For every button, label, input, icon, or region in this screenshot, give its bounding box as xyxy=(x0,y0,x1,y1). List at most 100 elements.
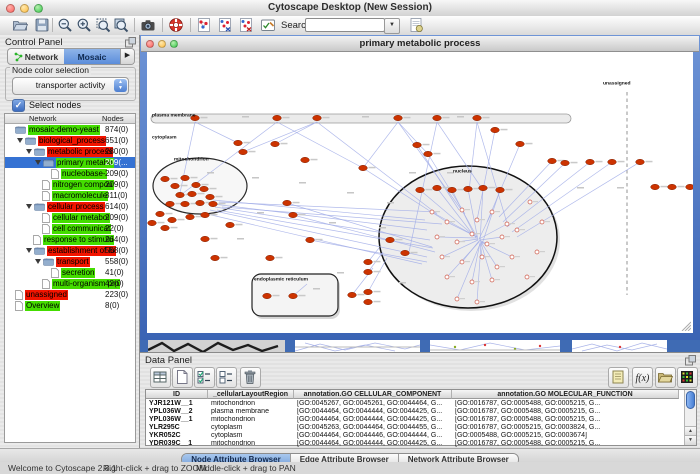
network-node[interactable] xyxy=(313,115,322,120)
table-column-header[interactable]: annotation.GO CELLULAR_COMPONENT xyxy=(294,390,452,399)
network-node[interactable] xyxy=(186,214,195,219)
tab-overflow-button[interactable]: ▶ xyxy=(120,49,134,64)
network-node[interactable] xyxy=(516,141,525,146)
network-node[interactable] xyxy=(608,159,617,164)
network-node[interactable] xyxy=(490,278,494,282)
network-node[interactable] xyxy=(535,250,539,254)
network-node[interactable] xyxy=(209,201,218,206)
network-tree-row[interactable]: unassigned223(0) xyxy=(5,289,135,300)
network-node[interactable] xyxy=(166,201,175,206)
table-scrollbar[interactable]: ▲ ▼ xyxy=(684,390,696,445)
network-node[interactable] xyxy=(364,299,373,304)
notes-icon[interactable] xyxy=(608,367,629,388)
app-titlebar[interactable]: Cytoscape Desktop (New Session) xyxy=(0,0,700,17)
network-node[interactable] xyxy=(364,269,373,274)
network-node[interactable] xyxy=(201,236,210,241)
expander-icon[interactable] xyxy=(35,160,41,165)
network-node[interactable] xyxy=(148,220,157,225)
network-tree-row[interactable]: macromolecule311(0) xyxy=(5,190,135,201)
network-node[interactable] xyxy=(156,211,165,216)
network-node[interactable] xyxy=(433,115,442,120)
zoom-fit-icon[interactable] xyxy=(113,17,129,33)
expander-icon[interactable] xyxy=(17,138,23,143)
network-node[interactable] xyxy=(510,255,514,259)
table-row[interactable]: YPL036W__1mitochondrion[GO:0044464, GO:0… xyxy=(146,416,684,424)
node-color-dropdown[interactable]: transporter activity ▲▼ xyxy=(12,77,129,95)
network-node[interactable] xyxy=(289,212,298,217)
network-node[interactable] xyxy=(496,187,505,192)
network-node[interactable] xyxy=(636,159,645,164)
float-data-panel-icon[interactable] xyxy=(685,355,696,366)
destroy-view-icon[interactable] xyxy=(238,17,254,33)
network-node[interactable] xyxy=(540,220,544,224)
network-node[interactable] xyxy=(364,289,373,294)
network-node[interactable] xyxy=(301,157,310,162)
create-view-icon[interactable] xyxy=(217,17,233,33)
scroll-down-icon[interactable]: ▼ xyxy=(685,435,696,445)
network-tree-row[interactable]: response to stimulu264(0) xyxy=(5,234,135,245)
network-node[interactable] xyxy=(500,235,504,239)
network-node[interactable] xyxy=(416,187,425,192)
network-canvas[interactable]: plasma membrane cytoplasm mitochondrion … xyxy=(147,52,693,333)
network-node[interactable] xyxy=(168,217,177,222)
search-input[interactable] xyxy=(305,18,385,32)
network-node[interactable] xyxy=(289,293,298,298)
network-tree-row[interactable]: secretion41(0) xyxy=(5,267,135,278)
background-window-fragment[interactable] xyxy=(430,340,560,352)
new-attribute-icon[interactable] xyxy=(172,367,193,388)
network-node[interactable] xyxy=(271,141,280,146)
network-node[interactable] xyxy=(211,255,220,260)
tab-mosaic[interactable]: Mosaic xyxy=(64,49,120,64)
network-node[interactable] xyxy=(171,183,180,188)
network-node[interactable] xyxy=(424,151,433,156)
delete-attribute-icon[interactable] xyxy=(240,367,261,388)
table-column-header[interactable]: ID xyxy=(146,390,208,399)
network-node[interactable] xyxy=(394,115,403,120)
network-view-window[interactable]: primary metabolic process plasma membran… xyxy=(140,35,700,340)
select-attributes-icon[interactable] xyxy=(194,367,215,388)
network-node[interactable] xyxy=(548,158,557,163)
network-tree-row[interactable]: transport558(0) xyxy=(5,256,135,267)
network-node[interactable] xyxy=(176,192,185,197)
network-node[interactable] xyxy=(480,255,484,259)
network-node[interactable] xyxy=(413,142,422,147)
network-node[interactable] xyxy=(475,218,479,222)
table-row[interactable]: YJR121W__1mitochondrion[GO:0045267, GO:0… xyxy=(146,400,684,408)
network-node[interactable] xyxy=(200,186,209,191)
network-tree-row[interactable]: primary metabo209(... xyxy=(5,157,135,168)
float-panel-icon[interactable] xyxy=(125,37,136,48)
select-nodes-checkbox[interactable]: ✓ xyxy=(12,99,25,112)
network-node[interactable] xyxy=(386,237,395,242)
table-row[interactable]: YLR295Ccytoplasm[GO:0045263, GO:0044464,… xyxy=(146,424,684,432)
network-window-titlebar[interactable]: primary metabolic process xyxy=(141,36,699,52)
network-node[interactable] xyxy=(460,260,464,264)
network-node[interactable] xyxy=(455,240,459,244)
help-ring-icon[interactable] xyxy=(168,17,184,33)
zoom-in-icon[interactable] xyxy=(76,17,92,33)
network-node[interactable] xyxy=(306,237,315,242)
network-node[interactable] xyxy=(206,194,215,199)
network-tree-row[interactable]: Overview8(0) xyxy=(5,300,135,311)
network-tree-row[interactable]: multi-organism pro42(0) xyxy=(5,278,135,289)
save-session-icon[interactable] xyxy=(34,17,50,33)
network-node[interactable] xyxy=(239,149,248,154)
attribute-matrix-icon[interactable] xyxy=(677,367,698,388)
network-node[interactable] xyxy=(364,259,373,264)
table-column-header[interactable]: annotation.GO MOLECULAR_FUNCTION xyxy=(452,390,679,399)
network-node[interactable] xyxy=(181,175,190,180)
table-column-header[interactable]: _cellularLayoutRegion xyxy=(208,390,294,399)
network-tree-row[interactable]: cell communicat22(0) xyxy=(5,223,135,234)
network-tree-row[interactable]: establishment of lo558(0) xyxy=(5,245,135,256)
advanced-search-icon[interactable] xyxy=(408,17,424,33)
network-node[interactable] xyxy=(196,200,205,205)
network-node[interactable] xyxy=(226,222,235,227)
network-node[interactable] xyxy=(495,265,499,269)
network-node[interactable] xyxy=(161,176,170,181)
network-tree-row[interactable]: cellular process614(0) xyxy=(5,201,135,212)
network-node[interactable] xyxy=(192,182,201,187)
open-file-icon[interactable] xyxy=(12,17,28,33)
network-node[interactable] xyxy=(491,127,500,132)
expander-icon[interactable] xyxy=(26,204,32,209)
network-node[interactable] xyxy=(586,159,595,164)
network-node[interactable] xyxy=(283,200,292,205)
